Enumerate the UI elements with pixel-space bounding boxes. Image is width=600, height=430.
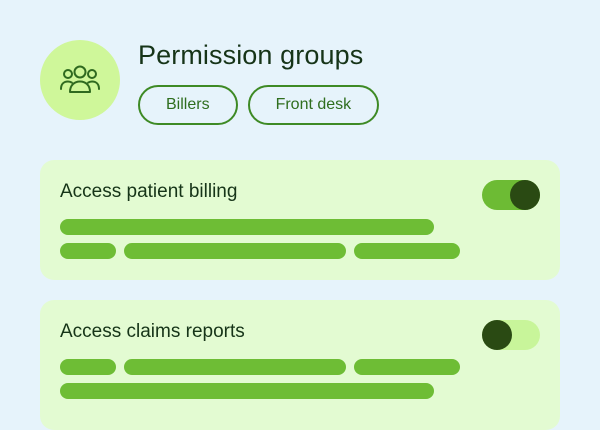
permission-card-patient-billing: Access patient billing — [40, 160, 560, 280]
chip-front-desk[interactable]: Front desk — [247, 85, 380, 125]
placeholder-line — [60, 383, 434, 399]
permission-card-claims-reports: Access claims reports — [40, 300, 560, 430]
permission-label: Access patient billing — [60, 181, 238, 202]
toggle-knob — [482, 320, 512, 350]
placeholder-line — [60, 243, 116, 259]
toggle-knob — [510, 180, 540, 210]
placeholder-line — [60, 359, 116, 375]
header: Permission groups Billers Front desk — [40, 40, 380, 125]
permission-toggle[interactable] — [482, 180, 540, 210]
users-group-icon — [60, 65, 100, 93]
avatar — [40, 40, 120, 120]
permission-toggle[interactable] — [482, 320, 540, 350]
placeholder-line — [124, 359, 346, 375]
chip-billers[interactable]: Billers — [138, 85, 238, 125]
placeholder-line — [354, 243, 460, 259]
group-chips: Billers Front desk — [138, 85, 380, 125]
placeholder-line — [354, 359, 460, 375]
permission-label: Access claims reports — [60, 321, 245, 342]
placeholder-line — [124, 243, 346, 259]
page-title: Permission groups — [138, 40, 364, 70]
placeholder-line — [60, 219, 434, 235]
